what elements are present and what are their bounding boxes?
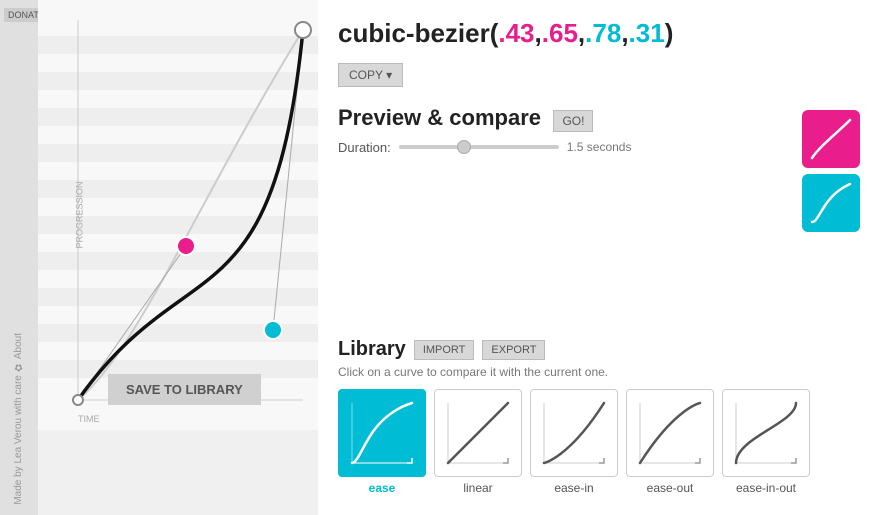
preview-thumb-pink bbox=[802, 110, 860, 168]
preview-thumbnails bbox=[802, 110, 860, 232]
duration-label: Duration: bbox=[338, 140, 391, 155]
duration-value: 1.5 seconds bbox=[567, 140, 632, 154]
library-hint: Click on a curve to compare it with the … bbox=[338, 365, 860, 379]
import-button[interactable]: IMPORT bbox=[414, 340, 475, 360]
curve-thumb-ease-in bbox=[530, 389, 618, 477]
sidebar-credit: Made by Lea Verou with care ✿ About bbox=[12, 333, 26, 505]
formula-title: cubic-bezier(.43,.65,.78,.31) bbox=[338, 18, 860, 49]
formula-v2: .65 bbox=[542, 18, 578, 48]
curve-thumb-linear bbox=[434, 389, 522, 477]
curve-card-ease-in[interactable]: ease-in bbox=[530, 389, 618, 495]
curve-card-ease-out[interactable]: ease-out bbox=[626, 389, 714, 495]
library-header: Library IMPORT EXPORT bbox=[338, 338, 860, 361]
copy-button[interactable]: COPY ▾ bbox=[338, 63, 403, 87]
curve-thumb-ease bbox=[338, 389, 426, 477]
right-panel: cubic-bezier(.43,.65,.78,.31) COPY ▾ Pre… bbox=[318, 0, 880, 515]
curve-card-ease[interactable]: ease bbox=[338, 389, 426, 495]
save-to-library-button[interactable]: SAVE TO LIBRARY bbox=[108, 374, 261, 405]
curve-label-ease-out: ease-out bbox=[647, 481, 694, 495]
duration-row: Duration: 1.5 seconds bbox=[338, 140, 860, 155]
curve-label-linear: linear bbox=[463, 481, 492, 495]
formula-v4: .31 bbox=[629, 18, 665, 48]
preview-section: Preview & compare GO! Duration: 1.5 seco… bbox=[338, 105, 860, 155]
curve-label-ease-in-out: ease-in-out bbox=[736, 481, 796, 495]
sidebar: DONATE Made by Lea Verou with care ✿ Abo… bbox=[0, 0, 38, 515]
curve-thumb-ease-out bbox=[626, 389, 714, 477]
curve-label-ease: ease bbox=[369, 481, 396, 495]
library-section: Library IMPORT EXPORT Click on a curve t… bbox=[338, 338, 860, 495]
curve-label-ease-in: ease-in bbox=[554, 481, 593, 495]
curve-thumb-ease-in-out bbox=[722, 389, 810, 477]
library-title: Library bbox=[338, 338, 406, 361]
curve-card-ease-in-out[interactable]: ease-in-out bbox=[722, 389, 810, 495]
curve-card-linear[interactable]: linear bbox=[434, 389, 522, 495]
formula-v3: .78 bbox=[585, 18, 621, 48]
formula-v1: .43 bbox=[498, 18, 534, 48]
axis-progression-label: PROGRESSION bbox=[75, 181, 85, 248]
graph-area: TIME PROGRESSION bbox=[38, 0, 318, 430]
preview-title: Preview & compare bbox=[338, 105, 541, 130]
export-button[interactable]: EXPORT bbox=[482, 340, 545, 360]
axis-time-label: TIME bbox=[78, 414, 100, 424]
library-curves: ease linear bbox=[338, 389, 860, 495]
go-button[interactable]: GO! bbox=[553, 110, 593, 132]
duration-slider[interactable] bbox=[399, 145, 559, 149]
preview-thumb-teal bbox=[802, 174, 860, 232]
